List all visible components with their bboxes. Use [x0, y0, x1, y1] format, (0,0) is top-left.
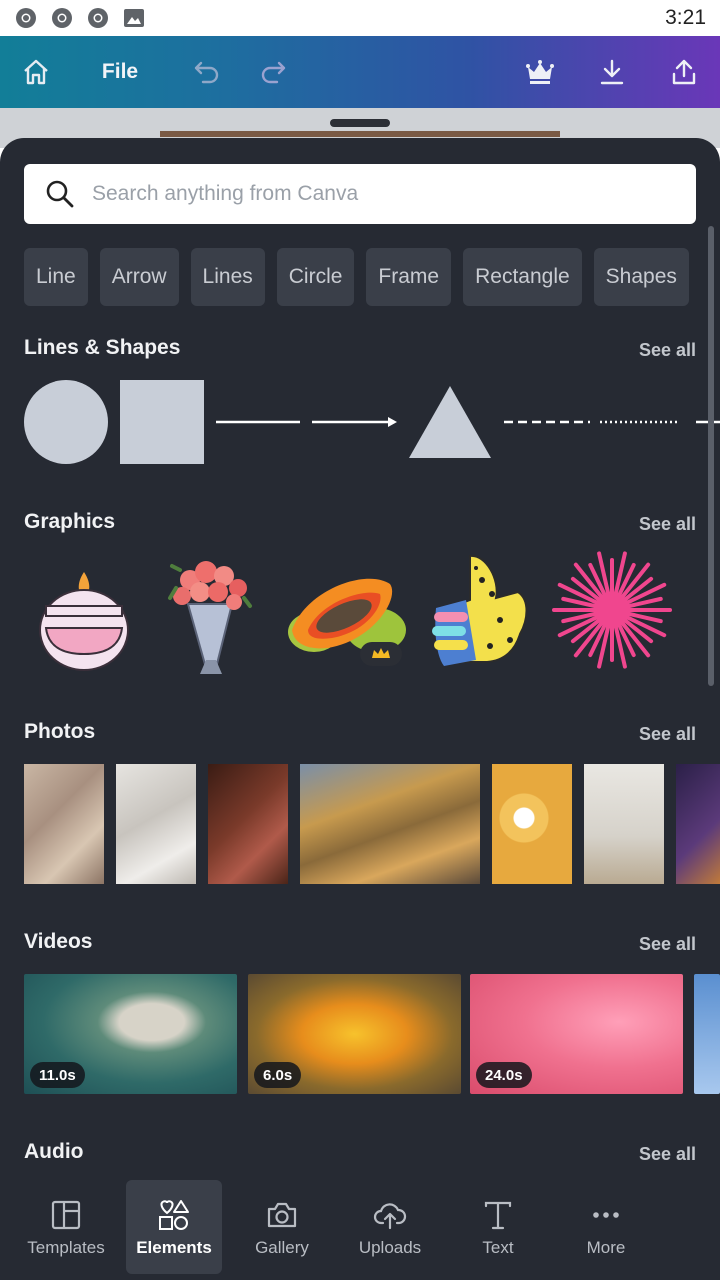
section-title-photos: Photos — [24, 720, 96, 743]
nav-elements[interactable]: Elements — [126, 1180, 222, 1274]
cloud-upload-icon — [373, 1203, 407, 1230]
line-shape-partial[interactable] — [694, 414, 720, 430]
chip-shapes[interactable]: Shapes — [593, 248, 689, 306]
text-icon — [484, 1201, 512, 1230]
nav-label: Text — [482, 1238, 514, 1257]
search-input[interactable]: Search anything from Canva — [92, 182, 358, 206]
download-icon — [600, 59, 624, 85]
video-thumbnail[interactable]: 6.0s — [248, 974, 461, 1094]
section-title-lines-shapes: Lines & Shapes — [24, 336, 181, 359]
status-bar: 3:21 — [0, 0, 720, 36]
section-title-audio: Audio — [24, 1140, 84, 1163]
candle-graphic[interactable] — [24, 550, 144, 680]
flower-bouquet-graphic[interactable] — [150, 550, 270, 680]
editor-toolbar: File — [0, 36, 720, 108]
redo-button[interactable] — [252, 50, 296, 94]
line-shape[interactable] — [216, 414, 300, 430]
panel-drag-handle[interactable] — [330, 119, 390, 127]
chip-arrow[interactable]: Arrow — [99, 248, 179, 306]
photo-thumbnail[interactable] — [208, 764, 288, 884]
nav-label: More — [586, 1238, 626, 1257]
video-duration-badge: 11.0s — [30, 1062, 85, 1088]
chrome-icon — [52, 8, 72, 28]
video-thumbnail[interactable] — [694, 974, 720, 1094]
square-shape[interactable] — [120, 380, 204, 464]
video-thumbnail[interactable]: 24.0s — [470, 974, 683, 1094]
nav-label: Templates — [27, 1238, 105, 1257]
redo-icon — [261, 61, 286, 84]
chrome-icon — [88, 8, 108, 28]
panel-scrollbar[interactable] — [708, 226, 714, 686]
photo-thumbnail[interactable] — [584, 764, 664, 884]
nav-label: Uploads — [358, 1238, 422, 1257]
section-title-graphics: Graphics — [24, 510, 116, 533]
see-all-audio[interactable]: See all — [639, 1144, 696, 1165]
home-button[interactable] — [14, 50, 58, 94]
see-all-photos[interactable]: See all — [639, 724, 696, 745]
starburst-graphic[interactable] — [552, 550, 672, 680]
search-icon — [46, 180, 74, 208]
chip-frame[interactable]: Frame — [366, 248, 452, 306]
crown-icon — [526, 60, 554, 84]
download-button[interactable] — [590, 50, 634, 94]
elements-icon — [159, 1200, 189, 1230]
home-icon — [24, 59, 48, 85]
nav-gallery[interactable]: Gallery — [232, 1180, 332, 1274]
templates-icon — [51, 1200, 81, 1230]
nav-label: Elements — [136, 1238, 212, 1257]
dashed-line-shape[interactable] — [504, 414, 590, 430]
dotted-line-shape[interactable] — [600, 414, 680, 430]
share-icon — [672, 59, 696, 85]
image-icon — [124, 9, 144, 27]
chrome-icon — [16, 8, 36, 28]
see-all-lines-shapes[interactable]: See all — [639, 340, 696, 361]
nav-more[interactable]: More — [556, 1180, 656, 1274]
nav-label: Gallery — [255, 1238, 309, 1257]
chip-circle[interactable]: Circle — [276, 248, 355, 306]
clock: 3:21 — [665, 6, 706, 29]
photo-thumbnail[interactable] — [24, 764, 104, 884]
suggestion-chips: Line Arrow Lines Circle Frame Rectangle Shapes — [24, 248, 720, 308]
see-all-videos[interactable]: See all — [639, 934, 696, 955]
design-page-edge — [160, 131, 560, 137]
photo-thumbnail[interactable] — [116, 764, 196, 884]
share-button[interactable] — [662, 50, 706, 94]
nav-uploads[interactable]: Uploads — [340, 1180, 440, 1274]
video-duration-badge: 24.0s — [476, 1062, 532, 1088]
file-menu-button[interactable]: File — [92, 50, 148, 94]
papaya-graphic[interactable] — [286, 550, 410, 680]
nav-text[interactable]: Text — [448, 1180, 548, 1274]
thumbs-up-graphic[interactable] — [430, 550, 550, 680]
photo-thumbnail[interactable] — [492, 764, 572, 884]
chip-line[interactable]: Line — [24, 248, 88, 306]
triangle-shape[interactable] — [408, 384, 492, 460]
elements-panel: Search anything from Canva Line Arrow Line… — [0, 138, 720, 1280]
camera-icon — [267, 1202, 297, 1228]
more-icon — [593, 1212, 619, 1218]
circle-shape[interactable] — [24, 380, 108, 464]
search-field[interactable]: Search anything from Canva — [24, 164, 696, 224]
see-all-graphics[interactable]: See all — [639, 514, 696, 535]
photo-thumbnail[interactable] — [300, 764, 480, 884]
photo-thumbnail[interactable] — [676, 764, 720, 884]
video-thumbnail[interactable]: 11.0s — [24, 974, 237, 1094]
nav-templates[interactable]: Templates — [14, 1180, 118, 1274]
video-duration-badge: 6.0s — [254, 1062, 302, 1088]
premium-button[interactable] — [518, 50, 562, 94]
bottom-navigation: Templates Elements Gallery Uploads Text — [0, 1172, 720, 1280]
chip-rectangle[interactable]: Rectangle — [463, 248, 582, 306]
undo-button[interactable] — [184, 50, 228, 94]
section-title-videos: Videos — [24, 930, 93, 953]
arrow-shape[interactable] — [312, 414, 398, 430]
undo-icon — [194, 61, 219, 84]
chip-lines[interactable]: Lines — [190, 248, 265, 306]
